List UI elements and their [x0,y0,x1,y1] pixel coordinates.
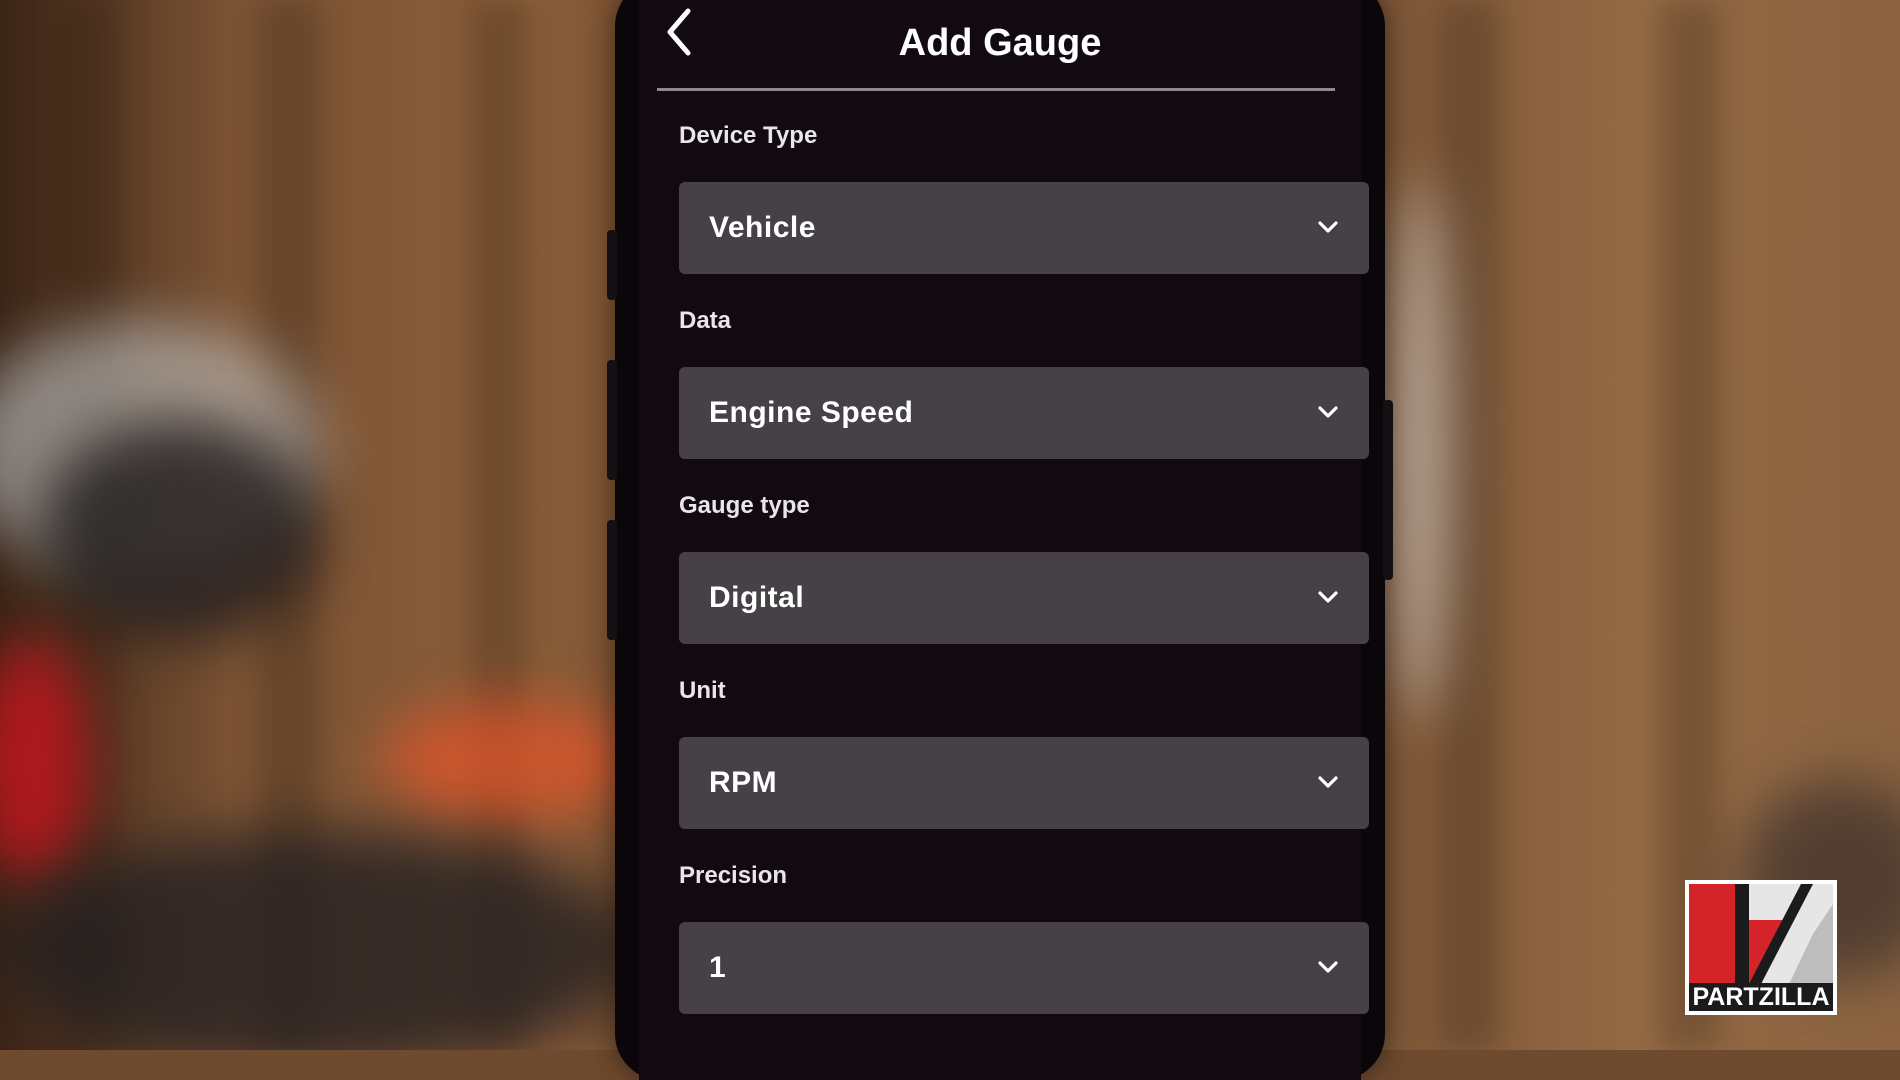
precision-value: 1 [709,951,727,984]
precision-label: Precision [679,862,788,889]
data-select[interactable]: Engine Speed [679,367,1369,459]
chevron-down-icon [1318,221,1338,233]
page-title: Add Gauge [898,22,1102,64]
chevron-down-icon [1318,961,1338,973]
chevron-down-icon [1318,591,1338,603]
device-type-label: Device Type [679,122,818,149]
app-screen: Add Gauge Device Type Vehicle Data Engin… [639,0,1369,1080]
header-divider [657,88,1335,91]
device-type-value: Vehicle [709,211,816,244]
chevron-down-icon [1318,406,1338,418]
unit-select[interactable]: RPM [679,737,1369,829]
gauge-type-label: Gauge type [679,492,810,519]
partzilla-logo: PARTZILLA [1685,880,1837,1015]
phone: Add Gauge Device Type Vehicle Data Engin… [607,0,1393,1080]
unit-label: Unit [679,677,726,704]
partzilla-logo-mark [1689,884,1833,984]
gauge-type-value: Digital [709,581,805,614]
data-value: Engine Speed [709,396,914,429]
chevron-down-icon [1318,776,1338,788]
data-label: Data [679,307,732,334]
precision-select[interactable]: 1 [679,922,1369,1014]
gauge-type-select[interactable]: Digital [679,552,1369,644]
partzilla-wordmark: PARTZILLA [1689,983,1833,1011]
device-type-select[interactable]: Vehicle [679,182,1369,274]
unit-value: RPM [709,766,778,799]
app-header: Add Gauge [639,0,1361,70]
